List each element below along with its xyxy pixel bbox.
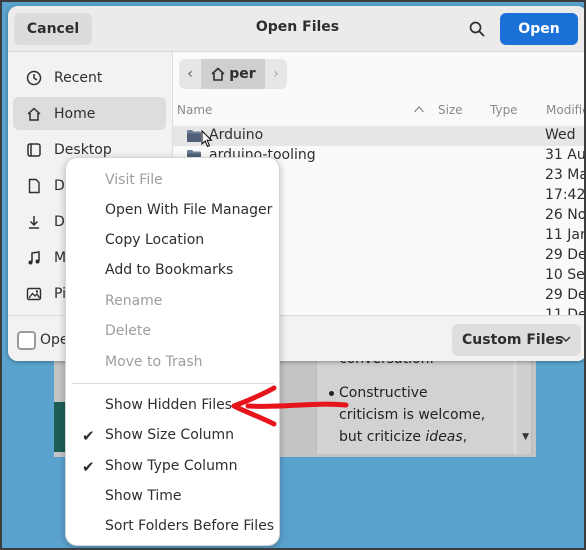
document-icon (24, 178, 44, 194)
checkmark-icon: ✔ (82, 458, 95, 476)
chevron-right-icon: › (273, 66, 279, 82)
menu-item-show-type-column[interactable]: ✔ Show Type Column (66, 452, 279, 480)
file-modified: Wed (545, 127, 576, 143)
chevron-left-icon: ‹ (187, 66, 193, 82)
menu-item-show-size-column[interactable]: ✔ Show Size Column (66, 421, 279, 449)
context-menu: Visit File Open With File Manager Copy L… (65, 157, 280, 546)
cancel-button[interactable]: Cancel (14, 13, 92, 45)
dialog-header: Cancel Open Files Open (8, 6, 584, 52)
screen: ▼ conversation. Constructive criticism i… (0, 0, 586, 550)
sort-ascending-icon (413, 103, 425, 117)
column-header: Name Size Type Modified (173, 99, 584, 123)
home-icon (24, 106, 44, 122)
checkmark-icon: ✔ (82, 427, 95, 445)
menu-item-sort-folders-before-files[interactable]: Sort Folders Before Files (66, 512, 279, 540)
menu-item-delete[interactable]: Delete (66, 317, 279, 345)
mouse-pointer-icon (201, 130, 213, 148)
sidebar-item-label: Desktop (54, 141, 112, 158)
menu-separator (72, 383, 274, 384)
menu-item-show-time[interactable]: Show Time (66, 482, 279, 510)
sidebar-item-label: Recent (54, 69, 103, 86)
folder-icon (186, 129, 202, 147)
search-icon (469, 21, 485, 37)
open-readonly-checkbox[interactable] (17, 331, 36, 350)
picture-icon (24, 286, 44, 302)
path-back-button[interactable]: ‹ (179, 59, 201, 89)
path-bar: ‹ per › (179, 59, 287, 89)
path-segment-home[interactable]: per (201, 59, 265, 89)
menu-item-open-with-file-manager[interactable]: Open With File Manager (66, 196, 279, 224)
file-modified: 10 Sep (545, 267, 585, 283)
filter-label: Custom Files (462, 332, 564, 348)
file-modified: 23 May (545, 167, 584, 183)
home-icon (211, 67, 225, 81)
column-modified-header[interactable]: Modified (546, 103, 584, 117)
file-modified: 29 Dec (545, 247, 586, 263)
bullet-icon (329, 391, 334, 396)
path-segment-label: per (229, 66, 256, 82)
music-icon (24, 250, 44, 266)
file-modified: 11 Jan (545, 227, 586, 243)
desktop-icon (24, 142, 44, 158)
chevron-down-icon (561, 336, 571, 342)
menu-item-copy-location[interactable]: Copy Location (66, 226, 279, 254)
menu-item-add-to-bookmarks[interactable]: Add to Bookmarks (66, 256, 279, 284)
clock-icon (24, 70, 44, 86)
menu-item-rename[interactable]: Rename (66, 287, 279, 315)
sidebar-item-recent[interactable]: Recent (13, 61, 166, 94)
scroll-down-arrow-icon: ▼ (522, 432, 529, 442)
sidebar-item-label: Home (54, 105, 96, 122)
sidebar-item-home[interactable]: Home (13, 97, 166, 130)
bg-text-line4: but criticize ideas, (339, 429, 468, 445)
file-modified: 29 Dec (545, 287, 586, 303)
search-button[interactable] (463, 16, 491, 42)
bg-text-line2: Constructive (339, 385, 428, 401)
menu-item-visit-file[interactable]: Visit File (66, 166, 279, 194)
column-name-header[interactable]: Name (177, 103, 212, 117)
table-row[interactable]: Arduino Wed (173, 126, 584, 147)
menu-item-show-hidden-files[interactable]: Show Hidden Files (66, 391, 279, 419)
file-modified: 26 Nov (545, 207, 586, 223)
open-button[interactable]: Open (500, 13, 578, 45)
column-size-header[interactable]: Size (438, 103, 463, 117)
bg-text-line3: criticism is welcome, (339, 407, 486, 423)
file-modified: 17:42 (545, 187, 586, 203)
file-filter-dropdown[interactable]: Custom Files (452, 324, 581, 356)
menu-item-move-to-trash[interactable]: Move to Trash (66, 348, 279, 376)
file-name: Arduino (209, 127, 264, 143)
file-modified: 31 Aug (545, 147, 586, 163)
column-type-header[interactable]: Type (490, 103, 518, 117)
download-icon (24, 214, 44, 230)
path-forward-button[interactable]: › (265, 59, 287, 89)
